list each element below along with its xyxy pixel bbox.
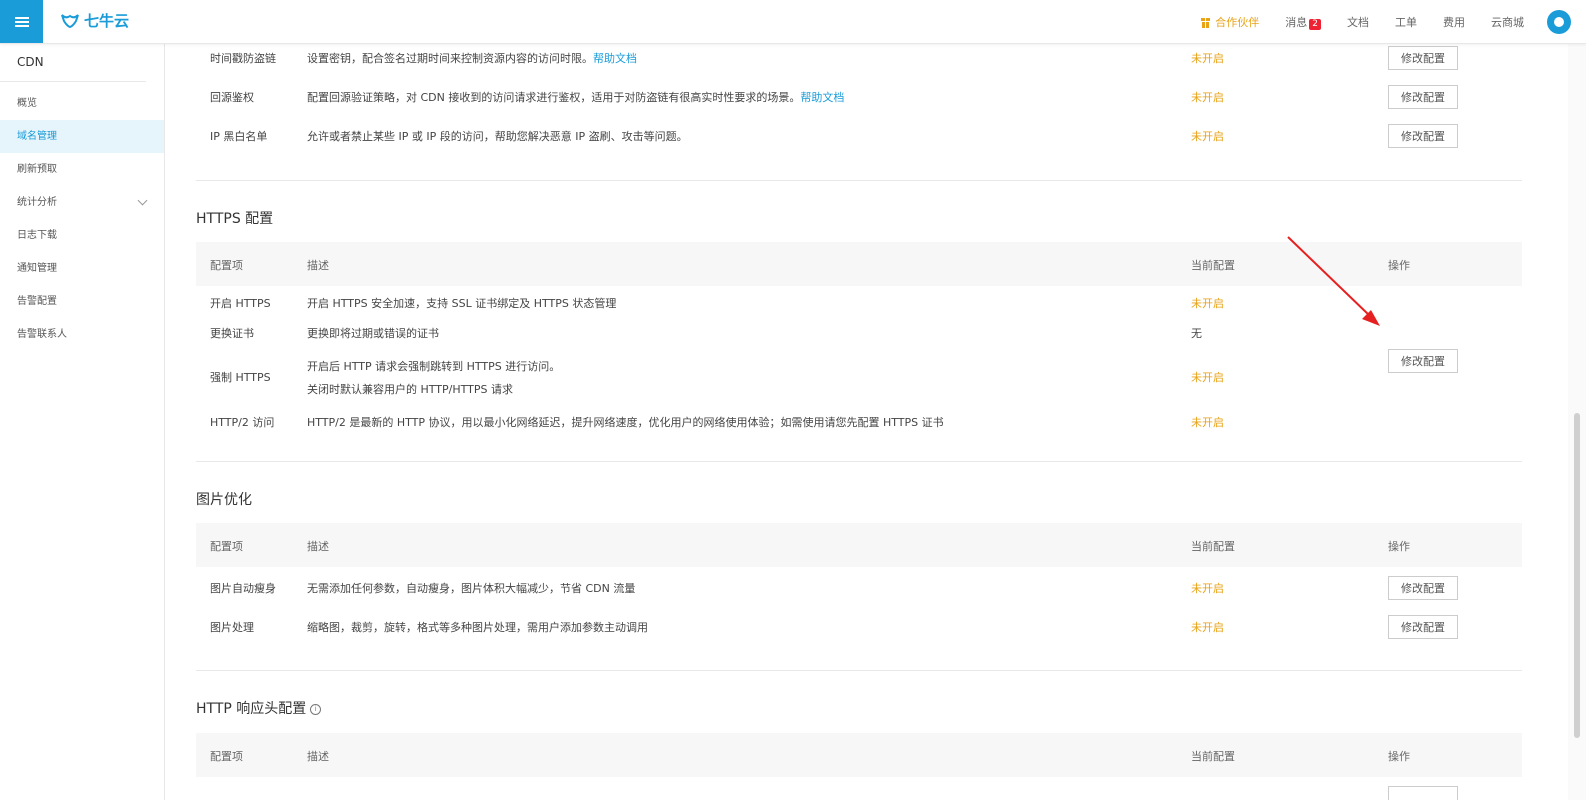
row-current-status: 未开启 <box>1191 621 1224 634</box>
header-name: 配置项 <box>210 540 243 553</box>
row-name: 时间戳防盗链 <box>210 52 276 65</box>
header-desc: 描述 <box>307 540 329 553</box>
row-name: 更换证书 <box>210 327 254 340</box>
row-desc-text: 设置密钥，配合签名过期时间来控制资源内容的访问时限。 <box>307 52 593 65</box>
sidebar-list: 概览 域名管理 刷新预取 统计分析 日志下载 通知管理 告警配置 告警联系人 <box>0 82 164 351</box>
row-desc: 允许或者禁止某些 IP 或 IP 段的访问，帮助您解决恶意 IP 盗刷、攻击等问… <box>307 130 688 143</box>
table-header: 配置项 描述 当前配置 操作 <box>196 523 1522 567</box>
sidebar-item-refresh-prefetch[interactable]: 刷新预取 <box>0 153 164 186</box>
modify-config-button[interactable]: 修改配置 <box>1388 576 1458 600</box>
sidebar-item-statistics-label: 统计分析 <box>17 197 57 208</box>
row-desc: 设置密钥，配合签名过期时间来控制资源内容的访问时限。帮助文档 <box>307 50 637 66</box>
row-desc: 缩略图，裁剪，旋转，格式等多种图片处理，需用户添加参数主动调用 <box>307 621 648 634</box>
section-title-response-header: HTTP 响应头配置 i <box>196 698 322 718</box>
header-desc: 描述 <box>307 259 329 272</box>
row-name: 图片处理 <box>210 621 254 634</box>
row-current-status: 未开启 <box>1191 130 1224 143</box>
message-count-badge: 2 <box>1309 18 1321 30</box>
sidebar-item-statistics[interactable]: 统计分析 <box>0 186 164 219</box>
nav-billing[interactable]: 费用 <box>1443 14 1465 30</box>
section-divider <box>196 180 1522 181</box>
row-desc: 开启后 HTTP 请求会强制跳转到 HTTPS 进行访问。 <box>307 360 561 373</box>
sidebar: CDN 概览 域名管理 刷新预取 统计分析 日志下载 通知管理 告警配置 告警联… <box>0 43 165 800</box>
row-current-status: 未开启 <box>1191 371 1224 384</box>
nav-partner-label: 合作伙伴 <box>1215 15 1260 29</box>
row-desc: 开启 HTTPS 安全加速，支持 SSL 证书绑定及 HTTPS 状态管理 <box>307 297 617 310</box>
header-current: 当前配置 <box>1191 259 1235 272</box>
row-current-status: 未开启 <box>1191 582 1224 595</box>
sidebar-item-log-download[interactable]: 日志下载 <box>0 219 164 252</box>
nav-messages-label: 消息 <box>1285 15 1308 29</box>
modify-config-button[interactable]: 修改配置 <box>1388 615 1458 639</box>
row-name: IP 黑白名单 <box>210 130 268 143</box>
modify-config-button[interactable]: 修改配置 <box>1388 85 1458 109</box>
row-current-status: 未开启 <box>1191 52 1224 65</box>
nav-messages[interactable]: 消息 2 <box>1285 14 1321 30</box>
sidebar-item-domain-management[interactable]: 域名管理 <box>0 120 164 153</box>
row-name: 图片自动瘦身 <box>210 582 276 595</box>
chevron-down-icon <box>137 195 148 206</box>
section-title-image: 图片优化 <box>196 492 252 508</box>
table-header: 配置项 描述 当前配置 操作 <box>196 242 1522 286</box>
menu-icon <box>14 15 29 29</box>
nav-partner[interactable]: 合作伙伴 <box>1201 14 1259 30</box>
brand-logo[interactable]: 七牛云 <box>60 10 129 31</box>
nav-store[interactable]: 云商城 <box>1491 14 1524 30</box>
row-current-status: 未开启 <box>1191 416 1224 429</box>
row-desc: HTTP/2 是最新的 HTTP 协议，用以最小化网络延迟，提升网络速度，优化用… <box>307 416 944 429</box>
modify-config-button-partial[interactable] <box>1388 786 1458 800</box>
modify-config-button[interactable]: 修改配置 <box>1388 124 1458 148</box>
header-action: 操作 <box>1388 750 1410 763</box>
sidebar-item-notifications[interactable]: 通知管理 <box>0 252 164 285</box>
modify-config-button[interactable]: 修改配置 <box>1388 349 1458 373</box>
top-bar: 七牛云 合作伙伴 消息 2 文档 工单 费用 云商城 <box>0 0 1586 44</box>
row-desc: 无需添加任何参数，自动瘦身，图片体积大幅减少，节省 CDN 流量 <box>307 582 636 595</box>
brand-name: 七牛云 <box>84 12 130 30</box>
sidebar-item-alert-config[interactable]: 告警配置 <box>0 285 164 318</box>
section-divider <box>196 670 1522 671</box>
header-name: 配置项 <box>210 259 243 272</box>
scrollbar-thumb[interactable] <box>1574 413 1580 738</box>
row-desc-line2: 关闭时默认兼容用户的 HTTP/HTTPS 请求 <box>307 383 513 396</box>
help-doc-link[interactable]: 帮助文档 <box>593 52 637 65</box>
qiniu-logo-icon <box>61 13 79 28</box>
row-current-status: 未开启 <box>1191 91 1224 104</box>
row-desc-text: 配置回源验证策略，对 CDN 接收到的访问请求进行鉴权，适用于对防盗链有很高实时… <box>307 91 801 104</box>
hamburger-menu-button[interactable] <box>0 0 43 43</box>
row-current-status: 未开启 <box>1191 297 1224 310</box>
gift-icon <box>1201 15 1211 28</box>
sidebar-title: CDN <box>0 43 146 82</box>
user-avatar[interactable] <box>1547 10 1571 34</box>
page-scrollbar[interactable] <box>1568 43 1586 800</box>
row-name: HTTP/2 访问 <box>210 416 275 429</box>
row-name: 回源鉴权 <box>210 91 254 104</box>
row-current-status: 无 <box>1191 327 1202 340</box>
row-name: 开启 HTTPS <box>210 297 271 310</box>
header-action: 操作 <box>1388 540 1410 553</box>
sidebar-item-overview[interactable]: 概览 <box>0 87 164 120</box>
help-doc-link[interactable]: 帮助文档 <box>800 91 844 104</box>
section-divider <box>196 461 1522 462</box>
annotation-arrow-icon <box>1287 236 1380 326</box>
sidebar-item-alert-contacts[interactable]: 告警联系人 <box>0 318 164 351</box>
header-desc: 描述 <box>307 750 329 763</box>
section-title-https: HTTPS 配置 <box>196 211 274 227</box>
header-current: 当前配置 <box>1191 750 1235 763</box>
section-title-text: HTTP 响应头配置 <box>196 701 307 717</box>
header-name: 配置项 <box>210 750 243 763</box>
row-name: 强制 HTTPS <box>210 371 271 384</box>
row-desc: 配置回源验证策略，对 CDN 接收到的访问请求进行鉴权，适用于对防盗链有很高实时… <box>307 89 844 105</box>
table-header: 配置项 描述 当前配置 操作 <box>196 733 1522 777</box>
modify-config-button[interactable]: 修改配置 <box>1388 46 1458 70</box>
header-current: 当前配置 <box>1191 540 1235 553</box>
header-action: 操作 <box>1388 259 1410 272</box>
avatar-icon <box>1554 17 1564 27</box>
top-nav: 合作伙伴 消息 2 文档 工单 费用 云商城 <box>1201 0 1524 43</box>
nav-tickets[interactable]: 工单 <box>1395 14 1417 30</box>
info-icon[interactable]: i <box>310 703 322 715</box>
nav-docs[interactable]: 文档 <box>1347 14 1369 30</box>
row-desc: 更换即将过期或错误的证书 <box>307 327 439 340</box>
